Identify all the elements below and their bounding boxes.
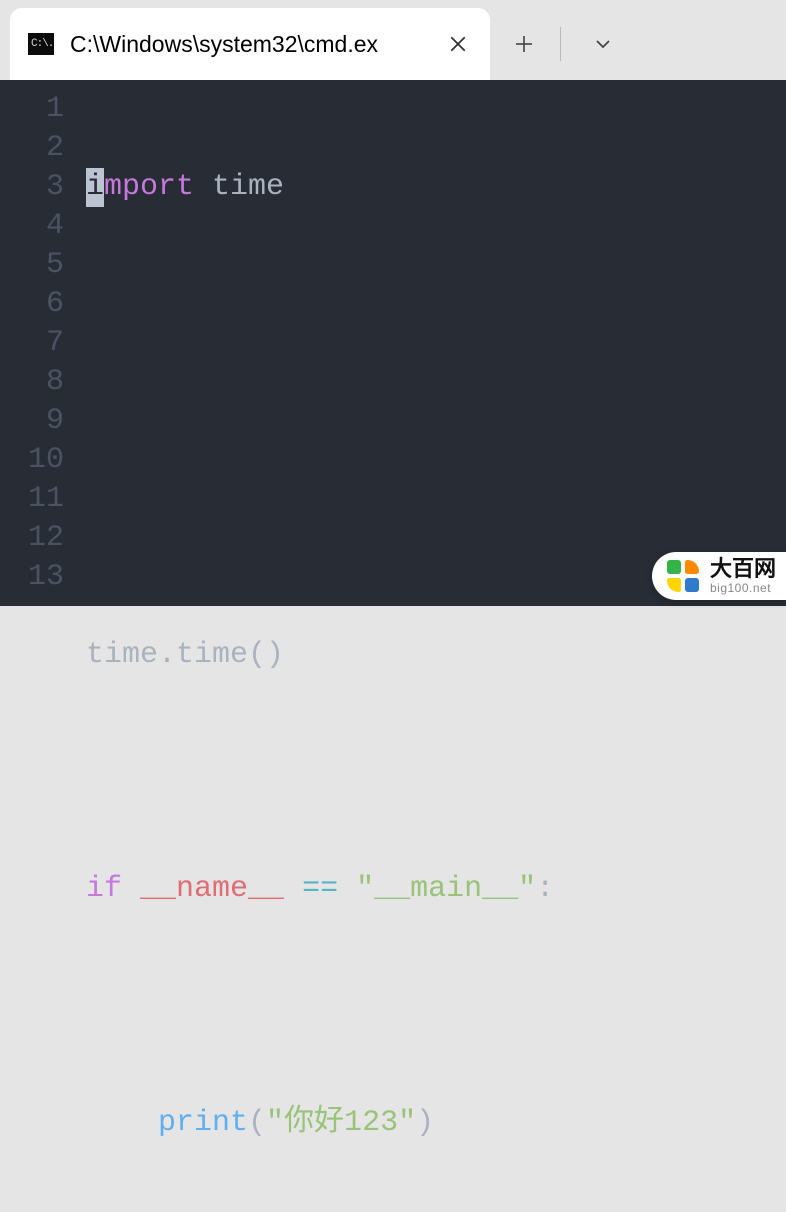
code-line <box>86 285 786 324</box>
line-number: 9 <box>0 402 64 441</box>
code-line <box>86 402 786 441</box>
line-number-gutter: 1 2 3 4 5 6 7 8 9 10 11 12 13 <box>0 90 74 606</box>
tab-close-button[interactable] <box>440 26 476 62</box>
watermark-url: big100.net <box>710 582 776 594</box>
line-number: 12 <box>0 519 64 558</box>
line-number: 13 <box>0 558 64 597</box>
line-number: 3 <box>0 168 64 207</box>
line-number: 11 <box>0 480 64 519</box>
code-line <box>86 753 786 792</box>
tab-title: C:\Windows\system32\cmd.ex <box>70 31 432 58</box>
tabbar-divider <box>560 27 561 61</box>
close-icon <box>449 35 467 53</box>
line-number: 6 <box>0 285 64 324</box>
tab-active[interactable]: C:\. C:\Windows\system32\cmd.ex <box>10 8 490 80</box>
code-line: import time <box>86 168 786 207</box>
watermark-title: 大百网 <box>710 558 776 580</box>
line-number: 5 <box>0 246 64 285</box>
tab-dropdown-button[interactable] <box>575 16 631 72</box>
code-content[interactable]: import time time.time() if __name__ == "… <box>74 90 786 606</box>
chevron-down-icon <box>593 34 613 54</box>
new-tab-button[interactable] <box>496 16 552 72</box>
code-line <box>86 987 786 1026</box>
watermark: 大百网 big100.net <box>652 552 786 600</box>
line-number: 4 <box>0 207 64 246</box>
line-number: 7 <box>0 324 64 363</box>
code-line: print("你好123") <box>86 1104 786 1143</box>
watermark-logo-icon <box>666 559 700 593</box>
line-number: 1 <box>0 90 64 129</box>
code-line: if __name__ == "__main__": <box>86 870 786 909</box>
code-line: time.time() <box>86 636 786 675</box>
line-number: 8 <box>0 363 64 402</box>
plus-icon <box>514 34 534 54</box>
tab-bar: C:\. C:\Windows\system32\cmd.ex <box>0 0 786 80</box>
line-number: 10 <box>0 441 64 480</box>
cmd-icon: C:\. <box>28 33 54 55</box>
line-number: 2 <box>0 129 64 168</box>
tabbar-actions <box>490 8 631 80</box>
code-editor[interactable]: 1 2 3 4 5 6 7 8 9 10 11 12 13 import tim… <box>0 80 786 606</box>
editor-cursor: i <box>86 168 104 207</box>
